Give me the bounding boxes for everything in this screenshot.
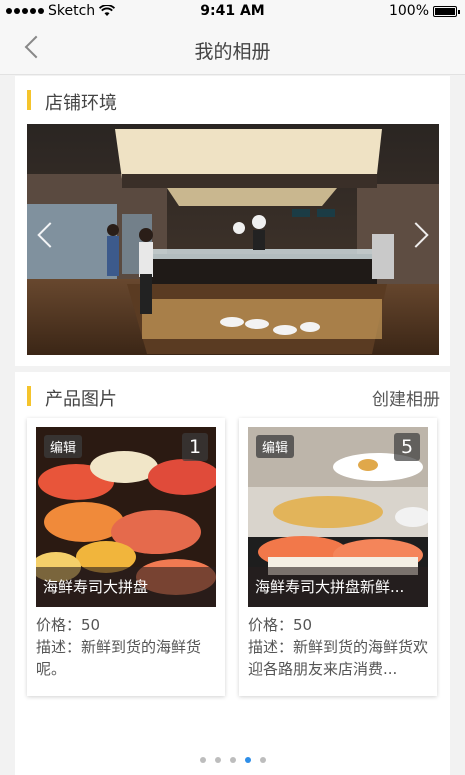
album-info: 价格：50 描述：新鲜到货的海鲜货呢。 <box>36 614 218 680</box>
battery-percent: 100% <box>388 3 429 19</box>
edit-button[interactable]: 编辑 <box>44 435 83 458</box>
album-price: 价格：50 <box>248 616 313 634</box>
album-name: 海鲜寿司大拼盘 <box>36 567 216 607</box>
album-info: 价格：50 描述：新鲜到货的海鲜货欢迎各路朋友来店消费... <box>248 614 430 680</box>
page-dot[interactable] <box>229 757 236 763</box>
edit-button[interactable]: 编辑 <box>256 435 295 458</box>
album-description: 描述：新鲜到货的海鲜货呢。 <box>36 638 202 678</box>
album-card[interactable]: 编辑 1 海鲜寿司大拼盘 价格：50 描述：新鲜到货的海鲜货呢。 <box>27 418 225 696</box>
store-banner-image[interactable] <box>27 124 439 355</box>
page-indicator <box>15 757 450 763</box>
product-section-header: 产品图片 创建相册 <box>15 372 450 418</box>
page-title: 我的相册 <box>194 41 271 63</box>
store-section: 店铺环境 <box>15 76 450 366</box>
restaurant-photo <box>27 124 439 355</box>
battery-icon <box>433 5 460 17</box>
status-bar: Sketch 9:41 AM 100% <box>0 0 465 24</box>
store-section-header: 店铺环境 <box>15 76 450 122</box>
product-section: 产品图片 创建相册 编辑 1 海鲜寿司大拼盘 价格：50 描述：新鲜到货的海鲜货… <box>15 372 450 775</box>
page-dot[interactable] <box>244 757 251 763</box>
album-cover-image[interactable]: 编辑 5 海鲜寿司大拼盘新鲜... <box>248 427 428 607</box>
section-accent-bar <box>27 386 31 406</box>
photo-count-badge: 1 <box>182 433 208 461</box>
nav-bar: 我的相册 <box>0 24 465 75</box>
album-price: 价格：50 <box>36 616 101 634</box>
battery-info: 100% <box>388 3 460 19</box>
page-dot[interactable] <box>259 757 266 763</box>
create-album-button[interactable]: 创建相册 <box>372 385 440 410</box>
section-accent-bar <box>27 90 31 110</box>
album-card[interactable]: 编辑 5 海鲜寿司大拼盘新鲜... 价格：50 描述：新鲜到货的海鲜货欢迎各路朋… <box>239 418 437 696</box>
album-name: 海鲜寿司大拼盘新鲜... <box>248 567 428 607</box>
album-description: 描述：新鲜到货的海鲜货欢迎各路朋友来店消费... <box>248 638 429 678</box>
photo-count-badge: 5 <box>394 433 420 461</box>
product-section-title: 产品图片 <box>45 389 117 410</box>
store-section-title: 店铺环境 <box>45 93 117 114</box>
album-cover-image[interactable]: 编辑 1 海鲜寿司大拼盘 <box>36 427 216 607</box>
page-dot[interactable] <box>214 757 221 763</box>
page-dot[interactable] <box>199 757 206 763</box>
